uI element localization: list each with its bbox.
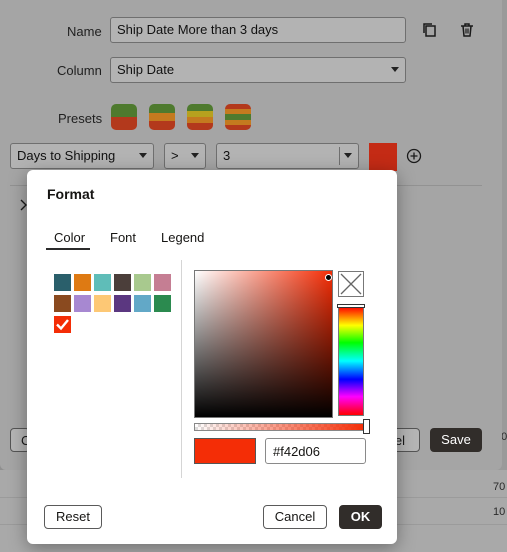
condition-value-input[interactable]: 3: [216, 143, 359, 169]
color-swatch[interactable]: [114, 295, 131, 312]
color-swatch[interactable]: [154, 274, 171, 291]
preset-green-orange-red[interactable]: [149, 104, 175, 130]
color-preview: [194, 438, 256, 464]
panel-divider: [181, 260, 182, 478]
no-color-button[interactable]: [338, 271, 364, 297]
hue-slider-handle[interactable]: [337, 304, 365, 308]
reset-button[interactable]: Reset: [44, 505, 102, 529]
cancel-button[interactable]: Cancel: [263, 505, 327, 529]
add-condition-icon[interactable]: [406, 148, 422, 167]
chevron-down-icon: [344, 153, 352, 158]
color-swatch[interactable]: [54, 295, 71, 312]
color-swatch[interactable]: [74, 295, 91, 312]
background-save-button[interactable]: Save: [430, 428, 482, 452]
table-cell: 10: [493, 506, 506, 518]
column-label: Column: [57, 63, 102, 78]
opacity-slider[interactable]: [194, 423, 366, 431]
chevron-down-icon: [139, 153, 147, 158]
chevron-down-icon: [191, 153, 199, 158]
column-select-value: Ship Date: [117, 62, 175, 77]
combo-divider: [339, 147, 340, 165]
trash-icon[interactable]: [459, 22, 475, 41]
condition-color-button[interactable]: [369, 143, 397, 171]
condition-field-value: Days to Shipping: [17, 148, 116, 163]
color-swatch[interactable]: [94, 274, 111, 291]
preset-five-band[interactable]: [225, 104, 251, 130]
active-tab-indicator: [46, 248, 90, 250]
hex-color-input[interactable]: [265, 438, 366, 464]
format-dialog: Format Color Font Legend Reset Cancel OK: [27, 170, 397, 544]
close-icon: [340, 273, 362, 295]
tab-legend[interactable]: Legend: [161, 230, 204, 245]
preset-four-band[interactable]: [187, 104, 213, 130]
name-input[interactable]: Ship Date More than 3 days: [110, 17, 406, 43]
color-swatch[interactable]: [134, 295, 151, 312]
ok-button[interactable]: OK: [339, 505, 382, 529]
presets-label: Presets: [58, 111, 103, 126]
dialog-title: Format: [47, 186, 95, 202]
color-swatch[interactable]: [54, 274, 71, 291]
saturation-handle[interactable]: [325, 274, 332, 281]
name-label: Name: [67, 24, 102, 39]
color-swatch[interactable]: [114, 274, 131, 291]
color-swatch[interactable]: [154, 295, 171, 312]
chevron-down-icon: [391, 67, 399, 72]
operator-select[interactable]: >: [164, 143, 206, 169]
color-swatch[interactable]: [134, 274, 151, 291]
condition-field-select[interactable]: Days to Shipping: [10, 143, 154, 169]
save-button-label: Save: [441, 432, 471, 447]
copy-icon[interactable]: [422, 22, 438, 41]
opacity-slider-handle[interactable]: [363, 419, 370, 434]
hue-slider[interactable]: [338, 306, 364, 416]
operator-value: >: [171, 148, 179, 163]
table-cell: 70: [493, 481, 506, 493]
column-select[interactable]: Ship Date: [110, 57, 406, 83]
preset-green-red[interactable]: [111, 104, 137, 130]
color-swatch[interactable]: [94, 295, 111, 312]
color-swatch-selected[interactable]: [54, 316, 71, 333]
tab-font[interactable]: Font: [110, 230, 136, 245]
tab-color[interactable]: Color: [54, 230, 85, 245]
color-swatch[interactable]: [74, 274, 91, 291]
condition-value-text: 3: [223, 148, 231, 163]
saturation-picker[interactable]: [194, 270, 333, 418]
checkmark-icon: [56, 319, 69, 331]
